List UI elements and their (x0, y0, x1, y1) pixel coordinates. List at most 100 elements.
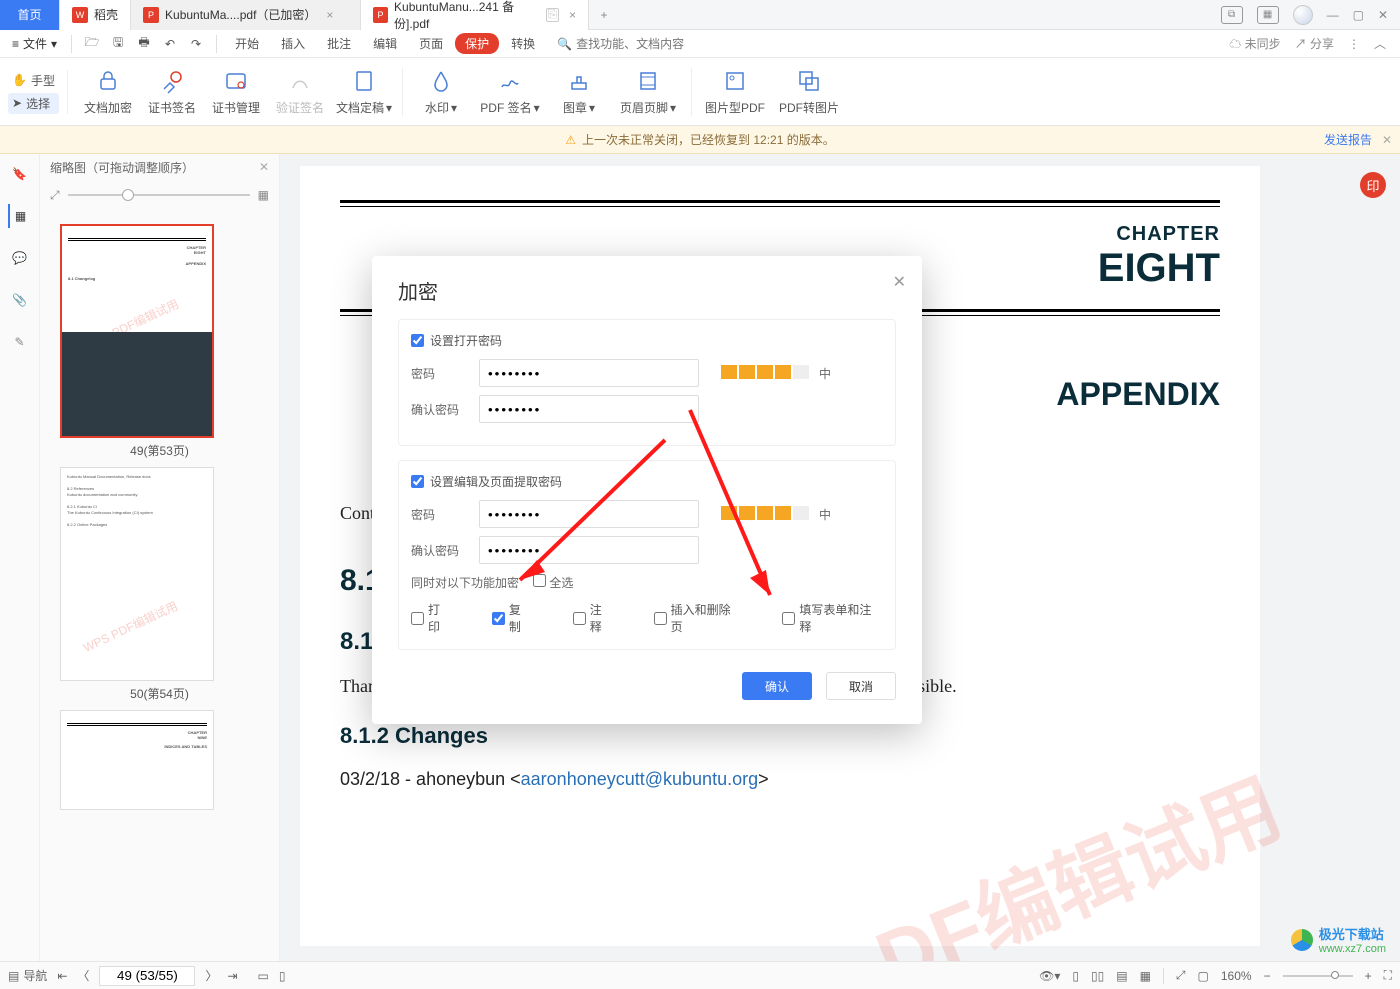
menu-protect[interactable]: 保护 (455, 33, 499, 54)
window-close-button[interactable]: ✕ (1378, 8, 1388, 22)
fit-icon[interactable]: ⤢ (1176, 968, 1186, 983)
search-box[interactable]: 🔍 (557, 37, 736, 51)
print-icon[interactable]: 🖶 (132, 32, 156, 56)
close-icon[interactable]: × (326, 8, 333, 22)
undo-icon[interactable]: ↶ (158, 32, 182, 56)
watermark-button[interactable]: 水印▾ (409, 67, 473, 116)
zoom-slider[interactable] (1283, 975, 1353, 977)
next-page-button[interactable]: 〉 (205, 967, 217, 984)
first-page-button[interactable]: ⇤ (57, 969, 67, 983)
layout-4-icon[interactable]: ▦ (1140, 969, 1151, 983)
thumb-size-slider[interactable] (68, 194, 250, 196)
tab-doc-2[interactable]: P KubuntuManu...241 备份].pdf ⎘ × (361, 0, 589, 30)
view-single-icon[interactable]: ▭ (258, 969, 269, 983)
email-link[interactable]: aaronhoneycutt@kubuntu.org (521, 769, 758, 789)
view-continuous-icon[interactable]: ▯ (279, 969, 286, 983)
thumbnail-49[interactable]: CHAPTEREIGHT APPENDIX 8.1 Changelog WPS … (60, 224, 259, 459)
pdf-to-image-button[interactable]: PDF转图片 (772, 67, 846, 116)
menu-comment[interactable]: 批注 (317, 35, 361, 52)
open-password-input[interactable] (479, 359, 699, 387)
layout-2-icon[interactable]: ▯▯ (1091, 969, 1104, 983)
fit-page-icon[interactable]: ▢ (1198, 969, 1209, 983)
image-pdf-button[interactable]: 图片型PDF (698, 67, 772, 116)
redo-icon[interactable]: ↷ (184, 32, 208, 56)
thumbnail-51[interactable]: CHAPTERNINE INDICES AND TABLES (60, 710, 259, 810)
mode-1-icon[interactable]: ⧉ (1221, 6, 1243, 24)
sync-button[interactable]: ☁ 未同步 (1229, 35, 1280, 52)
nav-panel-toggle[interactable]: ▤ 导航 (8, 967, 47, 984)
hand-tool[interactable]: ✋手型 (8, 70, 59, 91)
close-icon[interactable]: ✕ (893, 272, 906, 292)
page-input[interactable] (99, 966, 195, 986)
header-footer-button[interactable]: 页眉页脚▾ (611, 67, 685, 116)
save-badge-icon[interactable]: ⎘ (546, 8, 559, 22)
select-all-check[interactable]: 全选 (533, 574, 573, 591)
thumbnail-50[interactable]: Kubuntu Manual Documentation, Release do… (60, 467, 259, 702)
send-report-link[interactable]: 发送报告 (1324, 131, 1372, 148)
tab-home[interactable]: 首页 (0, 0, 60, 30)
opt-insert-delete[interactable]: 插入和删除页 (654, 601, 743, 635)
edit-password-confirm-input[interactable] (479, 536, 699, 564)
open-password-confirm-input[interactable] (479, 395, 699, 423)
prev-page-button[interactable]: 〈 (77, 967, 89, 984)
menu-insert[interactable]: 插入 (271, 35, 315, 52)
stamp-button[interactable]: 图章▾ (547, 67, 611, 116)
finalize-button[interactable]: 文档定稿▾ (332, 67, 396, 116)
mode-2-icon[interactable]: ▦ (1257, 6, 1279, 24)
edit-password-input[interactable] (479, 500, 699, 528)
add-tab-button[interactable]: + (589, 8, 619, 22)
zoom-in-button[interactable]: + (1365, 969, 1372, 983)
last-page-button[interactable]: ⇥ (227, 969, 237, 983)
open-icon[interactable]: 🗁 (80, 32, 104, 56)
fullscreen-icon[interactable]: ⛶ (1384, 968, 1392, 983)
zoom-out-button[interactable]: − (1264, 969, 1271, 983)
window-minimize-button[interactable]: — (1327, 8, 1339, 22)
layout-1-icon[interactable]: ▯ (1072, 969, 1079, 983)
tab-doc-1[interactable]: P KubuntuMa....pdf（已加密） × (131, 0, 361, 30)
sidebar-thumbnails[interactable]: ▦ (8, 204, 32, 228)
set-open-password-check[interactable]: 设置打开密码 (411, 332, 883, 349)
share-button[interactable]: ↗ 分享 (1295, 35, 1334, 52)
close-icon[interactable]: × (569, 8, 576, 22)
save-icon[interactable]: 🖫 (106, 32, 130, 56)
chevron-down-icon: ▾ (51, 37, 57, 51)
sidebar-comments[interactable]: 💬 (8, 246, 32, 270)
close-icon[interactable]: ✕ (1382, 133, 1392, 147)
sidebar-attachments[interactable]: 📎 (8, 288, 32, 312)
opt-fill-form[interactable]: 填写表单和注释 (782, 601, 883, 635)
verify-sign-button[interactable]: 验证签名 (268, 67, 332, 116)
set-edit-password-check[interactable]: 设置编辑及页面提取密码 (411, 473, 883, 490)
close-icon[interactable]: ✕ (259, 160, 269, 174)
checkbox[interactable] (411, 334, 424, 347)
pdf-badge-icon[interactable]: 印 (1360, 172, 1386, 198)
fit-width-icon[interactable]: ⤢ (50, 188, 60, 203)
select-tool[interactable]: ➤选择 (8, 93, 59, 114)
pdf-sign-button[interactable]: PDF 签名▾ (473, 67, 547, 116)
tab-shell[interactable]: W 稻壳 (60, 0, 131, 30)
opt-print[interactable]: 打印 (411, 601, 452, 635)
file-menu[interactable]: ≡ 文件 ▾ (6, 35, 63, 52)
menu-edit[interactable]: 编辑 (363, 35, 407, 52)
sidebar-bookmarks[interactable]: 🔖 (8, 162, 32, 186)
more-icon[interactable]: ⋮ (1348, 37, 1360, 51)
thumb-label: 50(第54页) (60, 685, 259, 702)
window-maximize-button[interactable]: ▢ (1353, 8, 1364, 22)
opt-annotate[interactable]: 注释 (573, 601, 614, 635)
ok-button[interactable]: 确认 (742, 672, 812, 700)
cert-manage-button[interactable]: 证书管理 (204, 67, 268, 116)
search-input[interactable] (576, 37, 736, 51)
opt-copy[interactable]: 复制 (492, 601, 533, 635)
cert-sign-button[interactable]: 证书签名 (140, 67, 204, 116)
menu-page[interactable]: 页面 (409, 35, 453, 52)
menu-start[interactable]: 开始 (225, 35, 269, 52)
encrypt-doc-button[interactable]: 文档加密 (76, 67, 140, 116)
checkbox[interactable] (411, 475, 424, 488)
menu-convert[interactable]: 转换 (501, 35, 545, 52)
sidebar-signatures[interactable]: ✎ (8, 330, 32, 354)
cancel-button[interactable]: 取消 (826, 672, 896, 700)
layout-3-icon[interactable]: ▤ (1116, 969, 1127, 983)
collapse-ribbon-icon[interactable]: ︿ (1374, 35, 1386, 52)
avatar[interactable] (1293, 5, 1313, 25)
thumb-grid-icon[interactable]: ▦ (258, 188, 269, 202)
eye-icon[interactable]: 👁▾ (1039, 969, 1060, 983)
